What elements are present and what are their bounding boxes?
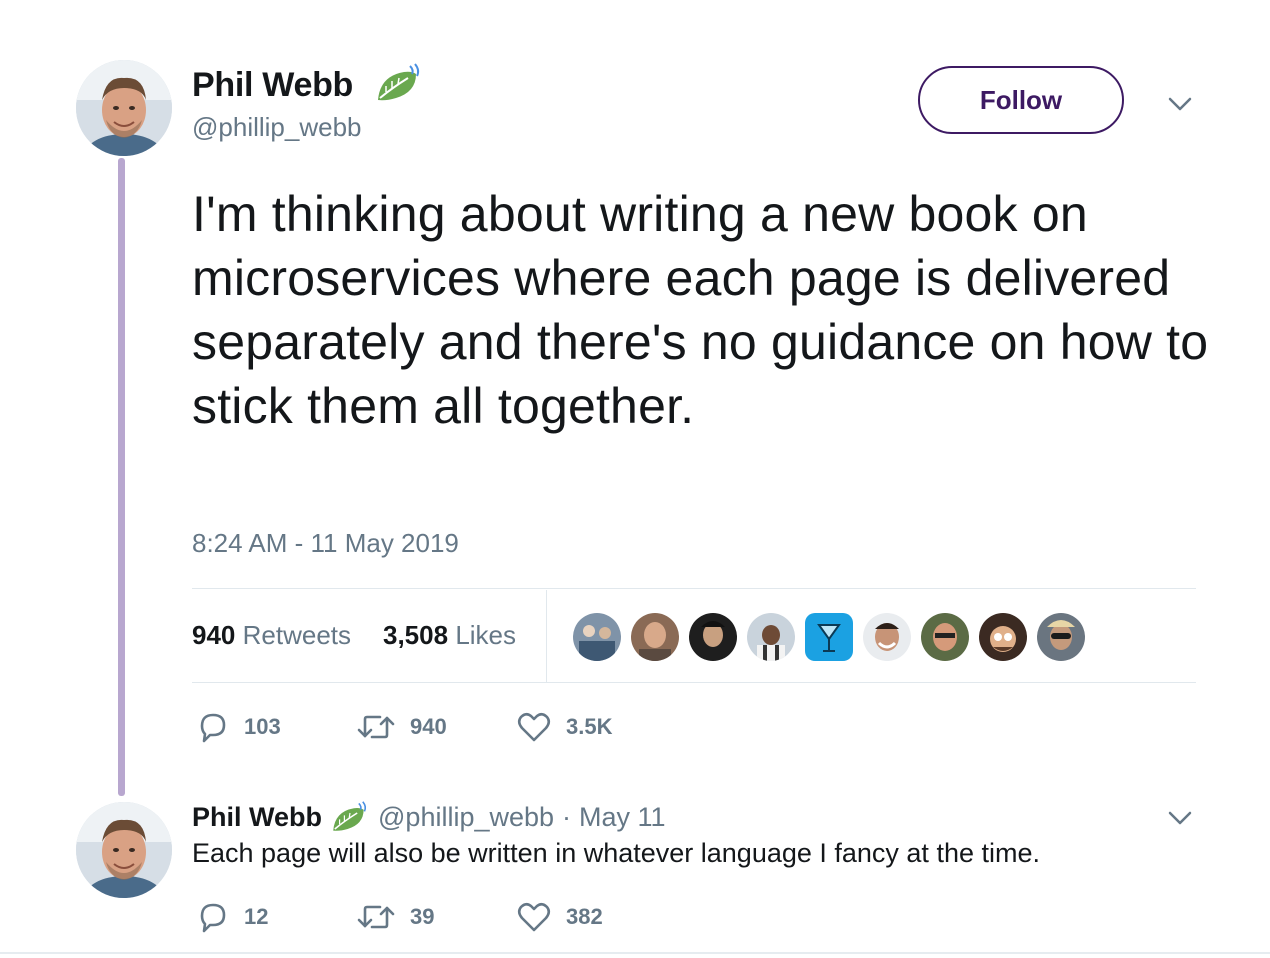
reply-icon xyxy=(200,713,226,743)
leaf-icon xyxy=(333,801,367,831)
liker-avatar[interactable] xyxy=(745,611,797,663)
retweets-label: Retweets xyxy=(242,620,352,650)
reply-count: 12 xyxy=(244,904,269,929)
liker-avatar[interactable] xyxy=(687,611,739,663)
reply-separator: · xyxy=(562,801,572,832)
bottom-border xyxy=(0,952,1270,954)
likes-label: Likes xyxy=(455,620,517,650)
author-name[interactable]: Phil Webb xyxy=(192,66,353,105)
heart-icon xyxy=(517,902,551,932)
reply-avatar[interactable] xyxy=(76,802,172,898)
divider xyxy=(192,588,1196,589)
retweet-action[interactable]: 39 xyxy=(356,900,434,934)
tweet-text: I'm thinking about writing a new book on… xyxy=(192,186,1209,434)
liker-avatar[interactable] xyxy=(1035,611,1087,663)
like-action[interactable]: 3.5K xyxy=(516,710,612,744)
likes-stat[interactable]: 3,508 Likes xyxy=(383,620,516,651)
reply-text: Each page will also be written in whatev… xyxy=(192,838,1040,868)
reply-action[interactable]: 12 xyxy=(196,900,268,934)
avatar-image xyxy=(76,60,172,156)
reply-date[interactable]: May 11 xyxy=(579,802,666,833)
follow-button[interactable]: Follow xyxy=(918,66,1124,134)
avatar[interactable] xyxy=(76,60,172,156)
chevron-down-icon[interactable] xyxy=(1166,808,1194,833)
thread-line xyxy=(118,158,125,796)
avatar-image xyxy=(76,802,172,898)
stats-divider xyxy=(546,590,547,682)
tweet-timestamp[interactable]: 8:24 AM - 11 May 2019 xyxy=(192,528,459,559)
reply-icon xyxy=(200,903,226,933)
retweets-stat[interactable]: 940 Retweets xyxy=(192,620,351,651)
liker-avatar[interactable] xyxy=(571,611,623,663)
reply-author-name[interactable]: Phil Webb xyxy=(192,802,322,833)
liker-avatar[interactable] xyxy=(629,611,681,663)
retweet-icon xyxy=(357,905,395,929)
retweet-icon xyxy=(357,715,395,739)
author-handle[interactable]: @phillip_webb xyxy=(192,112,362,143)
reply-count: 103 xyxy=(244,714,281,739)
retweet-count: 39 xyxy=(410,904,435,929)
like-count: 382 xyxy=(566,904,603,929)
like-count: 3.5K xyxy=(566,714,613,739)
divider xyxy=(192,682,1196,683)
retweet-count: 940 xyxy=(410,714,447,739)
liker-avatar[interactable] xyxy=(977,611,1029,663)
reply-action[interactable]: 103 xyxy=(196,710,281,744)
liker-avatar[interactable] xyxy=(803,611,855,663)
like-action[interactable]: 382 xyxy=(516,900,603,934)
leaf-icon xyxy=(374,62,424,109)
reply-header: Phil Webb @phillip_webb · May 11 xyxy=(192,800,666,834)
reply-author-handle[interactable]: @phillip_webb xyxy=(378,802,554,833)
liker-avatar[interactable] xyxy=(861,611,913,663)
retweet-action[interactable]: 940 xyxy=(356,710,447,744)
heart-icon xyxy=(517,712,551,742)
chevron-down-icon[interactable] xyxy=(1166,94,1194,119)
liker-avatar[interactable] xyxy=(919,611,971,663)
likes-count: 3,508 xyxy=(383,620,449,650)
retweets-count: 940 xyxy=(192,620,236,650)
